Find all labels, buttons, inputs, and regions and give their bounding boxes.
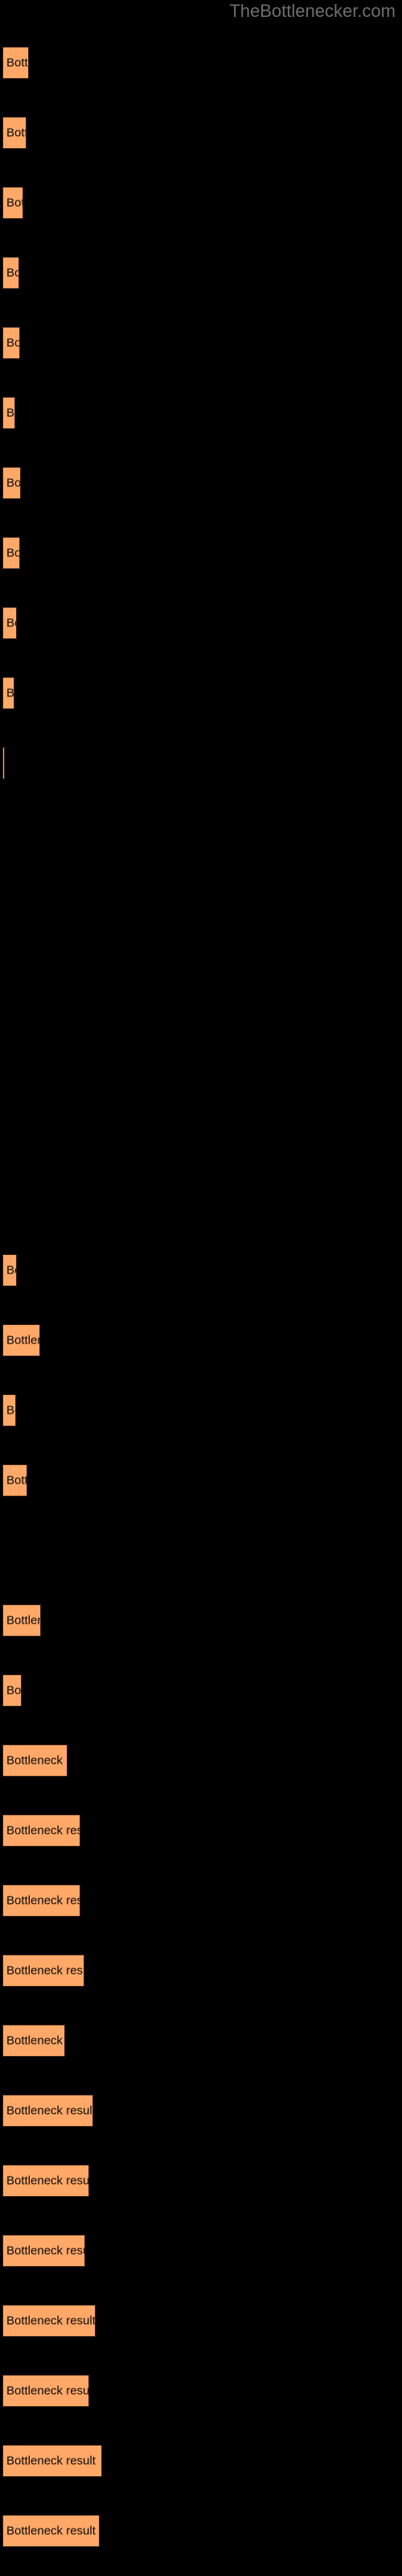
bar-row: Bottleneck result (0, 2165, 402, 2197)
bar-label: Bottleneck result (6, 686, 14, 700)
bar[interactable]: Bottleneck result (2, 1604, 41, 1637)
bar-row: Bottleneck result (0, 327, 402, 359)
bar[interactable]: Bottleneck result (2, 2095, 93, 2127)
bar[interactable]: Bottleneck result (2, 1464, 27, 1496)
bar[interactable]: Bottleneck result (2, 1744, 68, 1777)
bar-row: Bottleneck result (0, 1674, 402, 1707)
bar[interactable]: Bottleneck result (2, 2375, 89, 2407)
bar-label: Bottleneck result (6, 196, 23, 210)
bar[interactable]: Bottleneck result (2, 2305, 96, 2337)
plot-area: Bottleneck result Bottleneck result Bottle… (0, 0, 402, 2576)
bar-label: Bottleneck result (6, 2033, 64, 2048)
bar[interactable]: Bottleneck result (2, 2165, 89, 2197)
bar-row: Bottleneck result (0, 2305, 402, 2337)
bar[interactable]: Bottleneck result (2, 1324, 40, 1356)
bar-label: Bottleneck result (6, 2244, 84, 2258)
bar-label: Bottleneck result (6, 1613, 40, 1628)
bar-label: Bottleneck result (6, 2314, 96, 2328)
bar-row: Bottleneck result (0, 537, 402, 569)
bar-row: Bottleneck result (0, 1254, 402, 1286)
bar-row: Bottleneck result (0, 47, 402, 79)
bar-label: Bottleneck result (6, 616, 16, 630)
bar[interactable]: Bottleneck result (2, 1885, 80, 1917)
bar[interactable]: Bottleneck result (2, 117, 27, 149)
bar-row: Bottleneck result (0, 397, 402, 429)
bar[interactable]: Bottleneck result (2, 2235, 85, 2267)
bar-label: Bottleneck result (6, 2174, 89, 2188)
bar-label: Bottleneck result (6, 1333, 39, 1348)
bar-label: Bottleneck result (6, 2454, 96, 2468)
bar-row: Bottleneck result (0, 1955, 402, 1987)
bar-label: Bottleneck result (6, 336, 20, 350)
bar-label: Bottleneck result (6, 1963, 84, 1978)
bar-row: Bottleneck result (0, 1885, 402, 1917)
bar-label: Bottleneck result (6, 1403, 15, 1418)
bar-row: Bottleneck result (0, 1464, 402, 1496)
bar[interactable]: Bottleneck result (2, 47, 29, 79)
bar[interactable]: Bottleneck result (2, 537, 20, 569)
bar-row: Bottleneck result (0, 1744, 402, 1777)
bar-row: Bottleneck result (0, 1604, 402, 1637)
bar[interactable]: Bottleneck result (2, 327, 20, 359)
bar-row: Bottleneck result (0, 2445, 402, 2477)
bar-row: Bottleneck result (0, 1814, 402, 1847)
bar-label: Bottleneck result (6, 406, 15, 420)
bar[interactable]: Bottleneck result (2, 1394, 16, 1426)
bar[interactable]: Bottleneck result (2, 467, 21, 499)
bar-label: Bottleneck result (6, 476, 21, 490)
bar-label: Bottleneck result (6, 1473, 27, 1488)
bar-row: Bottleneck result (0, 2235, 402, 2267)
bar[interactable]: Bottleneck result (2, 1254, 17, 1286)
bar-row: Bottleneck result (0, 1324, 402, 1356)
bar-row: Bottleneck result (0, 2375, 402, 2407)
bar-row: Bottleneck result (0, 187, 402, 219)
bar[interactable]: Bottleneck result (2, 1955, 84, 1987)
bar-row: Bottleneck result (0, 257, 402, 289)
bottleneck-bar-chart: TheBottlenecker.com Bottleneck resultBot… (0, 0, 402, 2576)
bar-row: Bottleneck result (0, 747, 402, 779)
bar-label: Bottleneck result (6, 2103, 93, 2118)
bar[interactable]: Bottleneck result (2, 677, 14, 709)
bar-row: Bottleneck result (0, 2515, 402, 2547)
bar[interactable]: Bottleneck result (2, 187, 23, 219)
bar[interactable]: Bottleneck result (2, 2445, 102, 2477)
bar-label: Bottleneck result (6, 2384, 89, 2398)
bar-row: Bottleneck result (0, 467, 402, 499)
bar-label: Bottleneck result (6, 1683, 22, 1698)
bar-label: Bottleneck result (6, 266, 18, 280)
bar-label: Bottleneck result (6, 1263, 16, 1278)
bar[interactable]: Bottleneck result (2, 1674, 22, 1707)
bar-row: Bottleneck result (0, 1394, 402, 1426)
bar-row: Bottleneck result (0, 2095, 402, 2127)
bar-label: Bottleneck result (6, 1823, 80, 1838)
bar-label: Bottleneck result (6, 2524, 96, 2538)
bar-label: Bottleneck result (6, 56, 29, 70)
bar-row: Bottleneck result (0, 2025, 402, 2057)
bar[interactable]: Bottleneck result (2, 397, 15, 429)
bar-label: Bottleneck result (6, 546, 20, 560)
bar-label: Bottleneck result (6, 126, 26, 140)
bar-row: Bottleneck result (0, 677, 402, 709)
bar[interactable]: Bottleneck result (2, 257, 19, 289)
bar-label: Bottleneck result (6, 1893, 80, 1908)
bar-label: Bottleneck result (6, 1753, 67, 1768)
bar[interactable]: Bottleneck result (2, 2025, 65, 2057)
bar[interactable]: Bottleneck result (2, 747, 5, 779)
bar[interactable]: Bottleneck result (2, 2515, 100, 2547)
bar-row: Bottleneck result (0, 607, 402, 639)
bar[interactable]: Bottleneck result (2, 1814, 80, 1847)
bar[interactable]: Bottleneck result (2, 607, 17, 639)
bar-row: Bottleneck result (0, 117, 402, 149)
